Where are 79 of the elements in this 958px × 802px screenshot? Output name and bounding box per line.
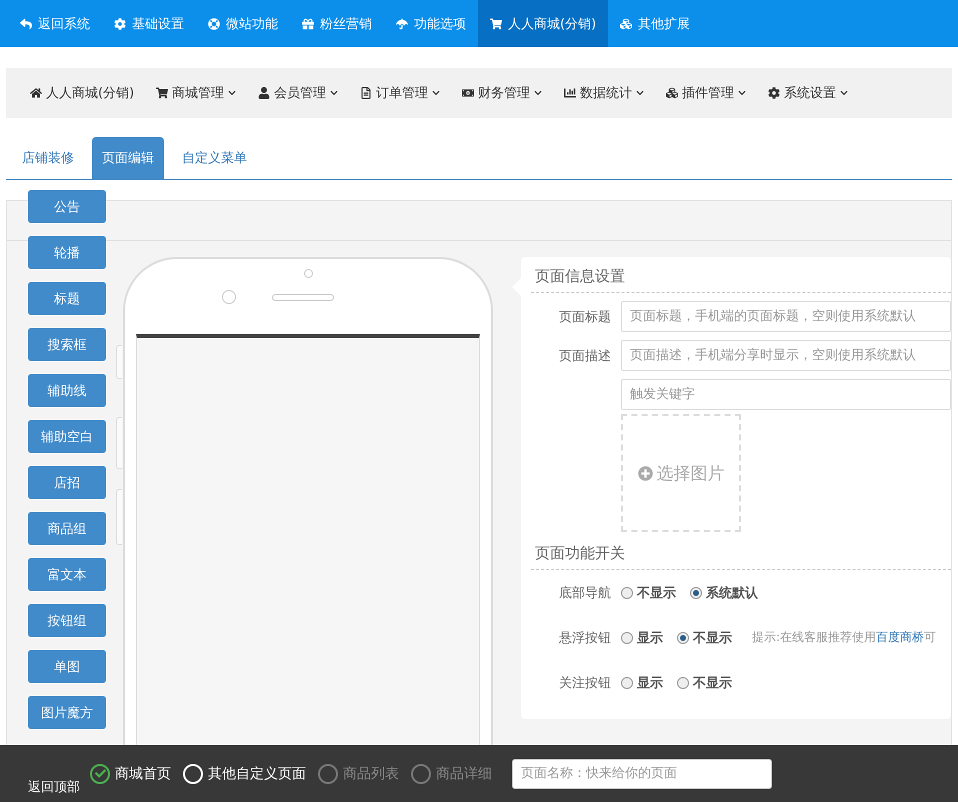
section-title: 页面信息设置 — [531, 261, 951, 293]
radio-option[interactable]: 不显示 — [621, 584, 676, 602]
banknote-icon — [462, 87, 474, 99]
caret-icon — [330, 89, 338, 97]
caret-icon — [840, 89, 848, 97]
component-button[interactable]: 辅助空白 — [28, 420, 106, 453]
component-button[interactable]: 图片魔方 — [28, 696, 106, 729]
image-picker[interactable]: 选择图片 — [621, 414, 741, 532]
tab[interactable]: 自定义菜单 — [172, 137, 257, 179]
component-button[interactable]: 公告 — [28, 190, 106, 223]
caret-icon — [432, 89, 440, 97]
component-button[interactable]: 商品组 — [28, 512, 106, 545]
top-nav-tab[interactable]: 功能选项 — [384, 0, 478, 47]
cart-icon — [490, 18, 502, 30]
radio-option[interactable]: 显示 — [621, 628, 663, 646]
tab[interactable]: 店铺装修 — [12, 137, 84, 179]
top-nav-tab[interactable]: 返回系统 — [8, 0, 102, 47]
text-field[interactable]: 页面描述，手机端分享时显示，空则使用系统默认 — [621, 340, 951, 371]
component-button[interactable]: 搜索框 — [28, 328, 106, 361]
plus-icon — [638, 466, 652, 480]
field-label: 关注按钮 — [558, 674, 612, 692]
cubes-icon — [666, 87, 678, 99]
top-nav-tab[interactable]: 其他扩展 — [608, 0, 702, 47]
component-button[interactable]: 按钮组 — [28, 604, 106, 637]
field-label: 页面标题 — [558, 308, 612, 326]
sub-nav-item[interactable]: 人人商城(分销) — [20, 84, 144, 102]
home-icon — [30, 87, 42, 99]
caret-icon — [228, 89, 236, 97]
umbrella-icon — [396, 18, 408, 30]
cart-icon — [156, 87, 168, 99]
caret-icon — [534, 89, 542, 97]
document-icon — [360, 87, 372, 99]
component-button[interactable]: 富文本 — [28, 558, 106, 591]
cubes-icon — [620, 18, 632, 30]
phone-camera — [304, 269, 312, 278]
top-nav-tab[interactable]: 人人商城(分销) — [478, 0, 608, 47]
phone-speaker — [272, 294, 334, 300]
top-nav-tab[interactable]: 粉丝营销 — [290, 0, 384, 47]
radio-option[interactable]: 不显示 — [677, 628, 732, 646]
gift-icon — [302, 18, 314, 30]
component-button[interactable]: 轮播 — [28, 236, 106, 269]
text-field[interactable]: 触发关键字 — [621, 379, 951, 410]
top-nav-tab[interactable]: 基础设置 — [102, 0, 196, 47]
sub-nav-item[interactable]: 系统设置 — [758, 84, 858, 102]
sub-nav-item[interactable]: 插件管理 — [656, 84, 756, 102]
page-name-field[interactable]: 页面名称：快来给你的页面 — [512, 758, 772, 788]
sub-nav-item[interactable]: 会员管理 — [248, 84, 348, 102]
settings-icon — [114, 18, 126, 30]
caret-icon — [636, 89, 644, 97]
caret-icon — [738, 89, 746, 97]
hint-link[interactable]: 百度商桥 — [876, 630, 924, 644]
component-button[interactable]: 店招 — [28, 466, 106, 499]
field-label: 底部导航 — [558, 584, 612, 602]
bar-chart-icon — [564, 87, 576, 99]
radio-option[interactable]: 不显示 — [677, 674, 732, 692]
component-button[interactable]: 标题 — [28, 282, 106, 315]
field-label: 页面描述 — [558, 348, 612, 364]
sub-nav-item[interactable]: 财务管理 — [452, 84, 552, 102]
top-nav-tab[interactable]: 微站功能 — [196, 0, 290, 47]
field-label: 悬浮按钮 — [558, 630, 612, 646]
life-ring-icon — [208, 18, 220, 30]
text-field[interactable]: 页面标题，手机端的页面标题，空则使用系统默认 — [621, 301, 951, 332]
page-type-option[interactable]: 其他自定义页面 — [183, 764, 306, 784]
settings-icon — [768, 87, 780, 99]
sub-nav-item[interactable]: 商城管理 — [146, 84, 246, 102]
reply-arrow-icon — [20, 18, 32, 30]
hint-text: 提示:在线客服推荐使用百度商桥可 — [752, 629, 936, 646]
tab[interactable]: 页面编辑 — [92, 137, 164, 179]
radio-option[interactable]: 显示 — [621, 674, 663, 692]
section-title: 页面功能开关 — [531, 538, 951, 570]
page-type-option[interactable]: 商城首页 — [90, 764, 171, 784]
phone-lens — [222, 290, 236, 304]
component-button[interactable]: 辅助线 — [28, 374, 106, 407]
back-to-top-link[interactable]: 返回顶部 — [28, 778, 80, 796]
sub-nav-item[interactable]: 数据统计 — [554, 84, 654, 102]
component-button[interactable]: 单图 — [28, 650, 106, 683]
user-icon — [258, 87, 270, 99]
radio-option[interactable]: 系统默认 — [690, 584, 758, 602]
sub-nav-item[interactable]: 订单管理 — [350, 84, 450, 102]
